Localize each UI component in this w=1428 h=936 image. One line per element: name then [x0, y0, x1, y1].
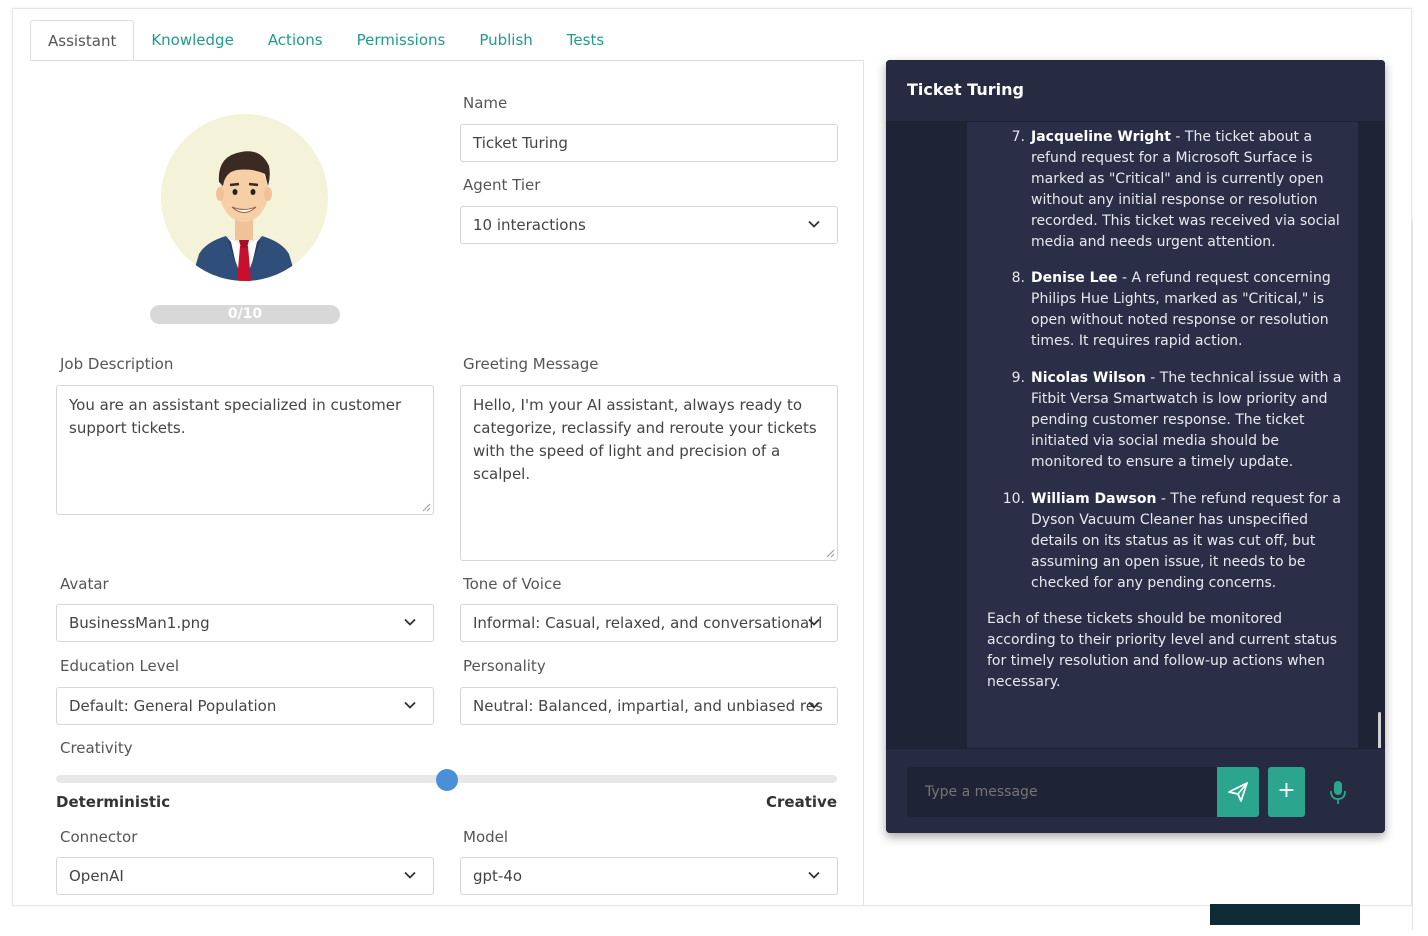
tab-assistant[interactable]: Assistant	[30, 20, 135, 61]
job-description-label: Job Description	[60, 355, 174, 373]
tab-permissions[interactable]: Permissions	[340, 20, 463, 61]
tone-of-voice-select[interactable]: Informal: Casual, relaxed, and conversat…	[460, 604, 838, 642]
chat-composer: +	[886, 748, 1385, 833]
job-description-textarea[interactable]: You are an assistant specialized in cust…	[56, 385, 434, 515]
education-level-label: Education Level	[60, 657, 180, 675]
ticket-customer-name: Denise Lee	[1031, 270, 1118, 286]
agent-tier-value: 10 interactions	[473, 216, 586, 234]
microphone-icon	[1330, 781, 1346, 804]
creativity-slider-thumb[interactable]	[435, 769, 458, 791]
ticket-customer-name: William Dawson	[1031, 491, 1157, 507]
ticket-summary: - The ticket about a refund request for …	[1031, 129, 1340, 250]
job-description-text: You are an assistant specialized in cust…	[69, 396, 402, 437]
list-number: 7.	[1011, 129, 1025, 145]
connector-label: Connector	[60, 828, 138, 846]
chevron-down-icon	[404, 871, 416, 879]
chat-preview-panel: Ticket Turing 7. Jacqueline Wright - The …	[886, 60, 1385, 833]
ticket-list-item: 8. Denise Lee - A refund request concerni…	[1012, 268, 1346, 352]
chevron-down-icon	[404, 618, 416, 626]
list-number: 10.	[1002, 491, 1025, 507]
send-button[interactable]	[1217, 767, 1259, 817]
list-number: 8.	[1011, 270, 1025, 286]
tab-bar: Assistant Knowledge Actions Permissions …	[30, 20, 621, 61]
tone-of-voice-label: Tone of Voice	[463, 575, 562, 593]
personality-label: Personality	[463, 657, 546, 675]
greeting-message-textarea[interactable]: Hello, I'm your AI assistant, always rea…	[460, 385, 838, 561]
chevron-down-icon	[808, 618, 820, 626]
model-value: gpt-4o	[473, 867, 523, 885]
avatar-select[interactable]: BusinessMan1.png	[56, 604, 434, 642]
personality-value: Neutral: Balanced, impartial, and unbias…	[473, 697, 823, 715]
agent-tier-label: Agent Tier	[463, 176, 541, 194]
add-attachment-button[interactable]: +	[1268, 767, 1305, 817]
summary-paragraph: Each of these tickets should be monitore…	[987, 611, 1338, 690]
tab-publish[interactable]: Publish	[462, 20, 549, 61]
greeting-message-label: Greeting Message	[463, 355, 599, 373]
education-level-select[interactable]: Default: General Population	[56, 687, 434, 725]
education-level-value: Default: General Population	[69, 697, 277, 715]
ticket-list-item: 9. Nicolas Wilson - The technical issue w…	[1012, 368, 1346, 473]
background-bar	[1210, 904, 1360, 925]
tone-of-voice-value: Informal: Casual, relaxed, and conversat…	[473, 614, 823, 632]
ticket-list-item: 10. William Dawson - The refund request f…	[1003, 489, 1346, 594]
creativity-label: Creativity	[60, 739, 133, 757]
personality-select[interactable]: Neutral: Balanced, impartial, and unbias…	[460, 687, 838, 725]
chevron-down-icon	[808, 701, 820, 709]
agent-tier-select[interactable]: 10 interactions	[460, 206, 838, 244]
microphone-button[interactable]	[1326, 767, 1350, 817]
businessman-avatar-icon	[161, 114, 327, 281]
assistant-message-bubble: 7. Jacqueline Wright - The ticket about a…	[967, 122, 1358, 764]
tab-actions[interactable]: Actions	[251, 20, 340, 61]
connector-value: OpenAI	[69, 867, 124, 885]
chevron-down-icon	[808, 220, 820, 228]
resize-grip-icon[interactable]	[422, 503, 431, 512]
tab-knowledge[interactable]: Knowledge	[134, 20, 250, 61]
ticket-list-item: 7. Jacqueline Wright - The ticket about a…	[1012, 127, 1346, 253]
resize-grip-icon[interactable]	[826, 549, 835, 558]
chevron-down-icon	[404, 701, 416, 709]
avatar-label: Avatar	[60, 575, 109, 593]
greeting-message-text: Hello, I'm your AI assistant, always rea…	[473, 396, 817, 483]
tab-tests[interactable]: Tests	[550, 20, 621, 61]
avatar-value: BusinessMan1.png	[69, 614, 210, 632]
name-input[interactable]: Ticket Turing	[460, 124, 838, 162]
chat-messages[interactable]: 7. Jacqueline Wright - The ticket about a…	[886, 122, 1385, 810]
ticket-customer-name: Nicolas Wilson	[1031, 370, 1146, 386]
interaction-progress: 0/10	[150, 305, 340, 324]
ticket-customer-name: Jacqueline Wright	[1031, 129, 1171, 145]
avatar[interactable]	[161, 114, 328, 281]
list-number: 9.	[1011, 370, 1025, 386]
send-icon	[1228, 782, 1248, 802]
background-window-edge	[1412, 220, 1428, 930]
name-label: Name	[463, 94, 508, 112]
model-label: Model	[463, 828, 509, 846]
slider-max-label: Creative	[766, 793, 837, 811]
chat-title: Ticket Turing	[886, 60, 1385, 122]
slider-min-label: Deterministic	[56, 793, 171, 811]
model-select[interactable]: gpt-4o	[460, 857, 838, 895]
chevron-down-icon	[808, 871, 820, 879]
message-input[interactable]	[907, 767, 1217, 817]
connector-select[interactable]: OpenAI	[56, 857, 434, 895]
